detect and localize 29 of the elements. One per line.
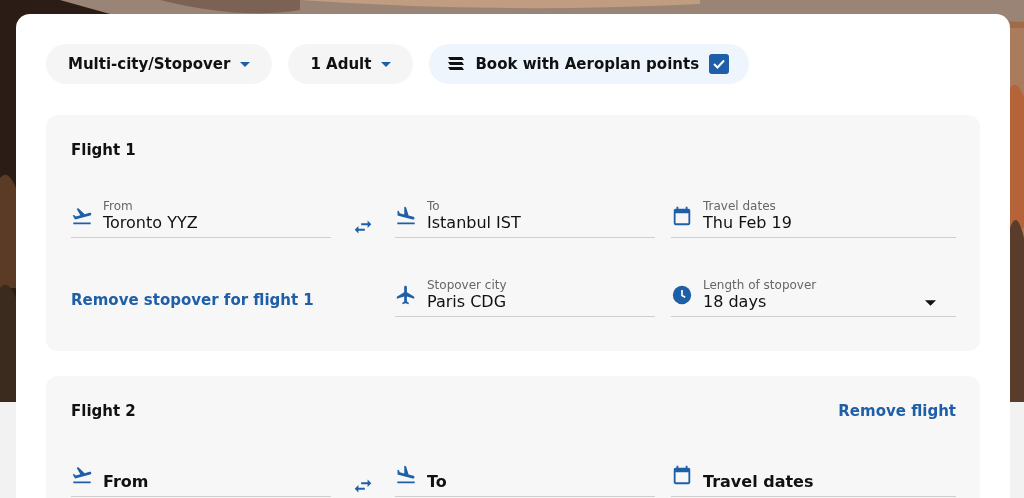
from-field[interactable]: From Toronto YYZ <box>71 199 331 238</box>
points-label: Book with Aeroplan points <box>475 55 700 73</box>
takeoff-icon <box>71 464 93 486</box>
points-checkbox[interactable] <box>709 54 730 74</box>
remove-stopover-link[interactable]: Remove stopover for flight 1 <box>71 291 314 309</box>
clock-icon <box>671 284 693 306</box>
caret-icon <box>381 61 392 67</box>
caret-icon <box>925 300 936 306</box>
to-field[interactable]: To Istanbul IST <box>395 199 655 238</box>
caret-icon <box>240 61 251 67</box>
to-field[interactable]: To <box>395 460 655 497</box>
landing-icon <box>395 205 417 227</box>
stopover-city-field[interactable]: Stopover city Paris CDG <box>395 278 655 317</box>
passengers-dropdown[interactable]: 1 Adult <box>288 44 414 84</box>
plane-icon <box>395 284 417 306</box>
travel-dates-field[interactable]: Travel dates <box>671 460 956 497</box>
landing-icon <box>395 464 417 486</box>
check-icon <box>712 57 727 71</box>
remove-flight-link[interactable]: Remove flight <box>838 402 956 420</box>
travel-dates-field[interactable]: Travel dates Thu Feb 19 <box>671 199 956 238</box>
logo-icon <box>447 56 466 72</box>
trip-type-dropdown[interactable]: Multi-city/Stopover <box>46 44 273 84</box>
takeoff-icon <box>71 205 93 227</box>
flight-title: Flight 1 <box>71 141 136 159</box>
flight-title: Flight 2 <box>71 402 136 420</box>
stopover-length-dropdown[interactable]: Length of stopover 18 days <box>671 278 956 317</box>
calendar-icon <box>671 205 693 227</box>
from-field[interactable]: From <box>71 460 331 497</box>
calendar-icon <box>671 464 693 486</box>
